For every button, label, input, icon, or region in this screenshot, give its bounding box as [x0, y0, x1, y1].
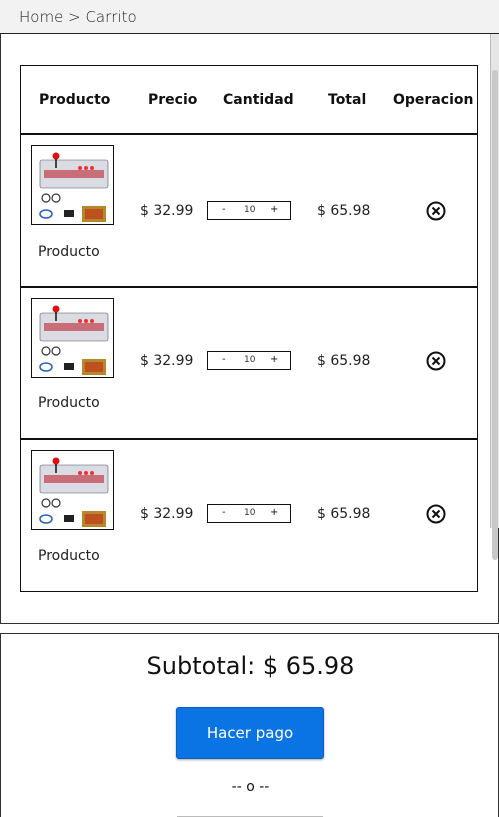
product-price: $ 32.99 — [140, 203, 194, 219]
row-total: $ 65.98 — [317, 506, 371, 522]
product-name: Producto — [38, 395, 100, 411]
breadcrumb-home[interactable]: Home — [19, 8, 63, 26]
increment-button[interactable]: + — [270, 354, 278, 365]
product-name: Producto — [38, 244, 100, 260]
header-cantidad: Cantidad — [223, 92, 294, 108]
scrollbar-thumb[interactable] — [492, 70, 498, 560]
cart-table: Producto Precio Cantidad Total Operacion… — [20, 65, 478, 592]
decrement-button[interactable]: - — [222, 507, 226, 518]
header-operacion: Operacion — [393, 92, 474, 108]
increment-button[interactable]: + — [270, 507, 278, 518]
quantity-value[interactable]: 10 — [244, 355, 255, 365]
remove-icon[interactable] — [425, 200, 447, 222]
quantity-stepper: - 10 + — [207, 201, 291, 220]
table-row: Producto $ 32.99 - 10 + $ 65.98 — [21, 135, 477, 288]
row-total: $ 65.98 — [317, 353, 371, 369]
breadcrumb-separator: > — [68, 8, 81, 26]
subtotal: Subtotal: $ 65.98 — [146, 652, 355, 680]
product-name: Producto — [38, 548, 100, 564]
order-summary: Subtotal: $ 65.98 Hacer pago -- o -- — [0, 633, 499, 817]
product-image — [31, 145, 114, 225]
arcade-console-icon — [39, 457, 109, 527]
quantity-stepper: - 10 + — [207, 504, 291, 523]
decrement-button[interactable]: - — [222, 204, 226, 215]
header-precio: Precio — [148, 92, 198, 108]
decrement-button[interactable]: - — [222, 354, 226, 365]
header-producto: Producto — [39, 92, 111, 108]
arcade-console-icon — [39, 305, 109, 375]
product-image — [31, 298, 114, 378]
product-price: $ 32.99 — [140, 353, 194, 369]
product-price: $ 32.99 — [140, 506, 194, 522]
table-header: Producto Precio Cantidad Total Operacion — [21, 66, 477, 135]
remove-icon[interactable] — [425, 350, 447, 372]
increment-button[interactable]: + — [270, 204, 278, 215]
breadcrumb-current: Carrito — [85, 8, 137, 26]
arcade-console-icon — [39, 152, 109, 222]
header-total: Total — [328, 92, 367, 108]
quantity-value[interactable]: 10 — [244, 508, 255, 518]
pay-button[interactable]: Hacer pago — [176, 707, 324, 759]
product-image — [31, 450, 114, 530]
table-row: Producto $ 32.99 - 10 + $ 65.98 — [21, 440, 477, 593]
remove-icon[interactable] — [425, 503, 447, 525]
table-row: Producto $ 32.99 - 10 + $ 65.98 — [21, 288, 477, 441]
or-separator: -- o -- — [231, 779, 270, 795]
scrollbar[interactable] — [490, 34, 499, 560]
quantity-stepper: - 10 + — [207, 351, 291, 370]
breadcrumb: Home > Carrito — [0, 0, 499, 34]
quantity-value[interactable]: 10 — [244, 205, 255, 215]
row-total: $ 65.98 — [317, 203, 371, 219]
